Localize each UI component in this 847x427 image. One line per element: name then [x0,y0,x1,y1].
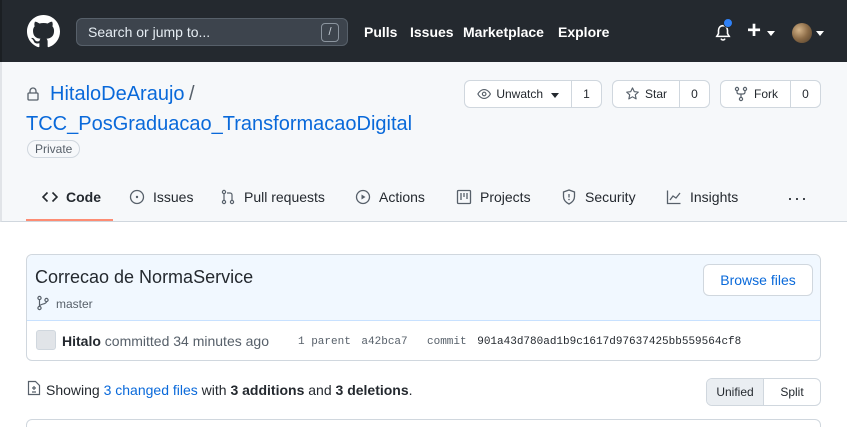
tab-projects-label: Projects [480,189,531,205]
diff-with: with [201,382,227,398]
tab-issues-label: Issues [153,189,194,205]
unified-view-button[interactable]: Unified [707,379,764,405]
file-diff-icon [27,380,41,396]
create-new-icon[interactable]: + [747,17,761,45]
star-icon [626,87,639,100]
unwatch-label: Unwatch [496,87,543,101]
unwatch-caret-icon [551,92,559,98]
nav-marketplace[interactable]: Marketplace [463,24,544,40]
star-button-group: Star 0 [612,80,710,108]
commit-label: commit [427,336,467,348]
github-logo-icon[interactable] [27,15,60,48]
parent-sha-link[interactable]: a42bca7 [361,336,407,348]
commit-sha-info: commit 901a43d780ad1b9c1617d97637425bb55… [427,336,741,348]
user-avatar[interactable] [792,23,812,43]
eye-icon [477,88,492,100]
split-view-button[interactable]: Split [764,379,820,405]
create-caret-icon[interactable] [767,31,775,36]
watchers-count[interactable]: 1 [572,81,601,107]
additions-count: 3 additions [230,382,305,398]
notification-indicator [723,18,733,28]
watch-button-group: Unwatch 1 [464,80,602,108]
deletions-count: 3 deletions [335,382,409,398]
fork-button-group: Fork 0 [720,80,821,108]
tab-code[interactable]: Code [42,189,101,205]
tab-security[interactable]: Security [561,189,636,205]
author-avatar[interactable] [36,330,56,350]
nav-explore[interactable]: Explore [558,24,609,40]
tab-pull-requests-label: Pull requests [244,189,325,205]
fork-button[interactable]: Fork [721,81,791,107]
code-icon [42,191,58,203]
tab-actions[interactable]: Actions [355,189,425,205]
fork-label: Fork [754,87,778,101]
user-menu-caret-icon[interactable] [816,31,824,36]
diff-view-toggle: Unified Split [706,378,821,406]
fork-icon [734,86,748,102]
star-label: Star [644,87,667,101]
diff-period: . [408,382,413,398]
repo-owner-link[interactable]: HitaloDeAraujo [50,83,185,106]
tab-security-label: Security [585,189,636,205]
search-shortcut-key: / [321,23,339,42]
shield-icon [562,189,576,205]
tab-insights-label: Insights [690,189,739,205]
play-icon [355,189,371,205]
active-tab-indicator [26,219,113,221]
commit-details: Correcao de NormaService master Browse f… [26,254,821,361]
branch-name[interactable]: master [56,297,93,311]
file-diff-container [26,419,821,427]
branch-icon [37,295,49,311]
changed-files-link[interactable]: 3 changed files [104,382,198,398]
diff-and: and [308,382,332,398]
search-input[interactable]: Search or jump to... / [76,18,348,46]
commit-sha: 901a43d780ad1b9c1617d97637425bb559564cf8 [477,336,742,348]
tab-actions-label: Actions [379,189,425,205]
diff-summary: Showing 3 changed files with 3 additions… [46,382,413,398]
commit-time: committed 34 minutes ago [104,333,269,349]
lock-icon [27,87,39,101]
path-separator: / [189,83,195,105]
tab-pull-requests[interactable]: Pull requests [220,189,325,205]
repo-name-link[interactable]: TCC_PosGraduacao_TransformacaoDigital [26,113,412,136]
parent-info: 1 parent a42bca7 [298,336,408,348]
tab-code-label: Code [66,189,101,205]
commit-header: Correcao de NormaService master Browse f… [27,255,820,321]
parent-label: 1 parent [298,336,351,348]
graph-icon [666,190,681,205]
more-tabs-icon[interactable]: ··· [787,188,808,209]
commit-title: Correcao de NormaService [35,267,254,287]
forks-count[interactable]: 0 [791,81,820,107]
nav-pulls[interactable]: Pulls [364,24,397,40]
global-header: Search or jump to... / Pulls Issues Mark… [0,0,847,62]
star-button[interactable]: Star [613,81,680,107]
tab-insights[interactable]: Insights [666,189,738,205]
issue-icon [129,189,145,205]
nav-issues[interactable]: Issues [410,24,454,40]
browse-files-button[interactable]: Browse files [703,264,813,296]
project-icon [456,189,472,205]
pull-request-icon [221,189,235,205]
unwatch-button[interactable]: Unwatch [465,81,572,107]
search-placeholder: Search or jump to... [88,24,211,40]
diff-showing: Showing [46,382,100,398]
tab-projects[interactable]: Projects [456,189,531,205]
visibility-badge: Private [27,140,81,158]
stars-count[interactable]: 0 [680,81,709,107]
commit-author[interactable]: Hitalo [62,333,101,349]
tab-issues[interactable]: Issues [129,189,193,205]
commit-author-line: Hitalo committed 34 minutes ago [62,333,269,349]
